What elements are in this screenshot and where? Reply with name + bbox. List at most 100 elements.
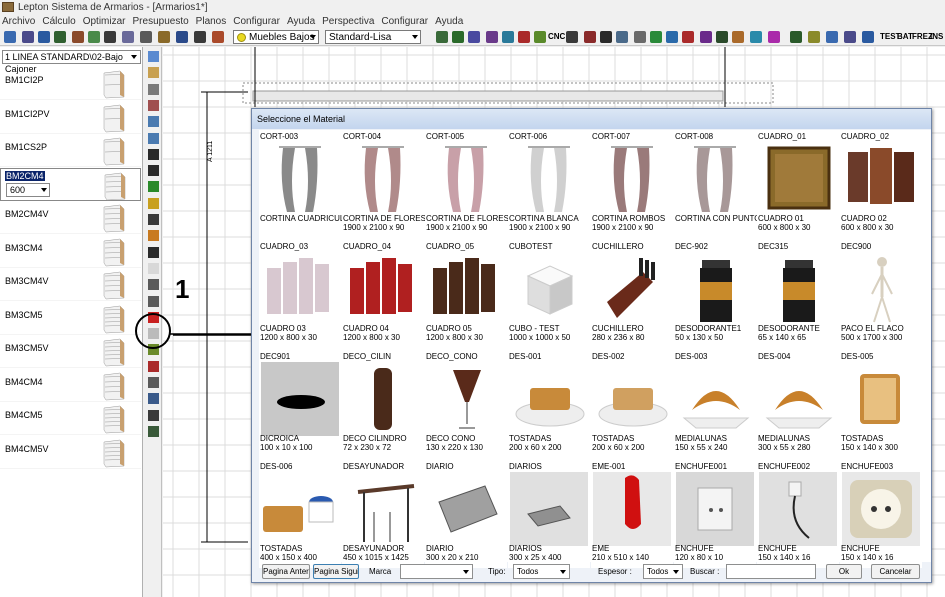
calc-icon[interactable] <box>212 31 224 43</box>
module-item-bm3cm4[interactable]: BM3CM4 <box>0 235 141 268</box>
material-item-diario[interactable]: DIARIO DIARIO 300 x 20 x 210 <box>425 460 507 568</box>
import-icon[interactable] <box>122 31 134 43</box>
menu-item-2[interactable]: Optimizar <box>83 16 126 27</box>
material-item-cuadro-05[interactable]: CUADRO_05 CUADRO 05 1200 x 800 x 30 <box>425 240 507 348</box>
material-item-enchufe002[interactable]: ENCHUFE002 ENCHUFE 150 x 140 x 16 <box>757 460 839 568</box>
material-item-des-005[interactable]: DES-005 TOSTADAS 150 x 140 x 300 <box>840 350 922 458</box>
next-page-button[interactable]: Pagina Siguiente <box>313 564 359 579</box>
blank2-icon[interactable] <box>148 328 159 340</box>
wand-icon[interactable] <box>158 31 170 43</box>
folder-icon[interactable] <box>666 31 678 43</box>
ok-button[interactable]: Ok <box>826 564 862 579</box>
material-item-dec-902[interactable]: DEC-902 DESODORANTE1 50 x 130 x 50 <box>674 240 756 348</box>
material-item-diarios[interactable]: DIARIOS DIARIOS 300 x 25 x 400 <box>508 460 590 568</box>
cube-icon[interactable] <box>790 31 802 43</box>
material-item-cuchillero[interactable]: CUCHILLERO CUCHILLERO 280 x 236 x 80 <box>591 240 673 348</box>
module-item-bm3cm5v[interactable]: BM3CM5V <box>0 335 141 368</box>
module-item-bm2cm4[interactable]: BM2CM4 600 <box>0 167 141 201</box>
material-item-dec900[interactable]: DEC900 PACO EL FLACO 500 x 1700 x 300 <box>840 240 922 348</box>
tipo-select[interactable]: Todos <box>513 564 570 579</box>
material-item-cort-004[interactable]: CORT-004 CORTINA DE FLORES 1900 x 2100 x 9… <box>342 130 426 238</box>
material-item-des-001[interactable]: DES-001 TOSTADAS 200 x 60 x 200 <box>508 350 590 458</box>
material-item-des-006[interactable]: DES-006 TOSTADAS 400 x 150 x 400 <box>259 460 341 568</box>
menu-item-6[interactable]: Ayuda <box>287 16 315 27</box>
stack-icon[interactable] <box>148 409 159 421</box>
material-item-cort-005[interactable]: CORT-005 CORTINA DE FLORES 1900 x 2100 x 9… <box>425 130 509 238</box>
material-item-cuadro-02[interactable]: CUADRO_02 CUADRO 02 600 x 800 x 30 <box>840 130 922 238</box>
drill-icon[interactable] <box>148 279 159 291</box>
material-item-enchufe001[interactable]: ENCHUFE001 ENCHUFE 120 x 80 x 10 <box>674 460 756 568</box>
material-item-cort-006[interactable]: CORT-006 CORTINA BLANCA 1900 x 2100 x 90 <box>508 130 590 238</box>
material-item-cort-003[interactable]: CORT-003 CORTINA CUADRICULADA <box>259 130 361 238</box>
lock-icon[interactable] <box>600 31 612 43</box>
ins-button[interactable]: INS <box>930 32 943 41</box>
print2-icon[interactable] <box>140 31 152 43</box>
fill-icon[interactable] <box>148 230 159 242</box>
cnc-button[interactable]: CNC <box>548 32 565 41</box>
category-combo[interactable]: Muebles Bajos <box>233 30 319 44</box>
diagonal-icon[interactable] <box>148 214 159 225</box>
redo-icon[interactable] <box>808 31 820 43</box>
pencil-icon[interactable] <box>518 31 530 43</box>
zoom-out-icon[interactable] <box>148 132 159 144</box>
layers-icon[interactable] <box>148 99 159 111</box>
material-item-cuadro-01[interactable]: CUADRO_01 CUADRO 01 600 x 800 x 30 <box>757 130 839 238</box>
menu-item-8[interactable]: Configurar <box>381 16 428 27</box>
frame-icon[interactable] <box>148 377 159 388</box>
move-icon[interactable] <box>148 83 159 95</box>
module-item-bm1ci2p[interactable]: BM1CI2P <box>0 67 141 100</box>
menu-item-1[interactable]: Cálculo <box>42 16 75 27</box>
wrench-icon[interactable] <box>502 31 514 43</box>
material-item-cuadro-04[interactable]: CUADRO_04 CUADRO 04 1200 x 800 x 30 <box>342 240 424 348</box>
export-icon[interactable] <box>104 31 116 43</box>
money-icon[interactable] <box>844 31 856 43</box>
material-item-desayunador[interactable]: DESAYUNADOR DESAYUNADOR 450 x 1015 x 1425 <box>342 460 424 568</box>
paste-icon[interactable] <box>194 31 206 43</box>
group-icon[interactable] <box>826 31 838 43</box>
bat-button[interactable]: BAT <box>897 32 913 41</box>
material-item-cort-008[interactable]: CORT-008 CORTINA CON PUNTOS <box>674 130 766 238</box>
zoom-in-icon[interactable] <box>148 116 159 128</box>
module-category-select[interactable]: 1 LINEA STANDARD\02-Bajo Cajoner <box>2 50 141 74</box>
brush-icon[interactable] <box>148 344 159 356</box>
menu-item-4[interactable]: Planos <box>196 16 227 27</box>
record-icon[interactable] <box>716 31 728 43</box>
material-item-eme-001[interactable]: EME-001 EME 210 x 510 x 140 <box>591 460 673 568</box>
pen-icon[interactable] <box>862 31 874 43</box>
knife-icon[interactable] <box>566 31 578 43</box>
check-icon[interactable] <box>750 31 762 43</box>
red-tool-icon[interactable] <box>148 311 159 323</box>
menu-item-9[interactable]: Ayuda <box>435 16 463 27</box>
module-item-bm4cm4[interactable]: BM4CM4 <box>0 369 141 402</box>
menu-item-3[interactable]: Presupuesto <box>133 16 189 27</box>
insert-icon[interactable] <box>148 360 159 372</box>
material-item-deco-cono[interactable]: DECO_CONO DECO CONO 130 x 220 x 130 <box>425 350 507 458</box>
book-icon[interactable] <box>436 31 448 43</box>
material-item-des-002[interactable]: DES-002 TOSTADAS 200 x 60 x 200 <box>591 350 673 458</box>
pencil-icon[interactable] <box>148 67 159 79</box>
material-item-des-004[interactable]: DES-004 MEDIALUNAS 300 x 55 x 280 <box>757 350 839 458</box>
zoom-icon[interactable] <box>468 31 480 43</box>
module-item-bm2cm4v[interactable]: BM2CM4V <box>0 201 141 234</box>
panel-icon[interactable] <box>148 295 159 307</box>
corner-icon[interactable] <box>148 148 159 160</box>
blank-icon[interactable] <box>148 262 159 274</box>
menu-item-0[interactable]: Archivo <box>2 16 35 27</box>
view-icon[interactable] <box>634 31 646 43</box>
brush-icon[interactable] <box>584 31 596 43</box>
module-size-select[interactable]: 600 <box>6 182 50 197</box>
gear-icon[interactable] <box>616 31 628 43</box>
previous-page-button[interactable]: Pagina Anterior <box>262 564 310 579</box>
corner2-icon[interactable] <box>148 197 159 209</box>
module-item-bm1cs2p[interactable]: BM1CS2P <box>0 134 141 167</box>
cancel-button[interactable]: Cancelar <box>871 564 920 579</box>
save-icon[interactable] <box>38 31 50 43</box>
monitor-icon[interactable] <box>72 31 84 43</box>
menu-item-7[interactable]: Perspectiva <box>322 16 374 27</box>
ruler-icon[interactable] <box>148 51 159 62</box>
search-icon[interactable] <box>452 31 464 43</box>
preview-icon[interactable] <box>88 31 100 43</box>
hand-icon[interactable] <box>700 31 712 43</box>
material-item-deco-cilin[interactable]: DECO_CILIN DECO CILINDRO 72 x 230 x 72 <box>342 350 424 458</box>
chart-icon[interactable] <box>534 31 546 43</box>
